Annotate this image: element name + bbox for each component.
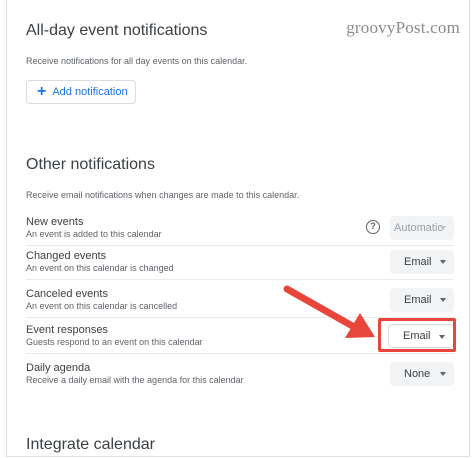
- row-description: Guests respond to an event on this calen…: [26, 337, 203, 347]
- caret-down-icon: [440, 298, 446, 302]
- integrate-section-title: Integrate calendar: [26, 436, 155, 453]
- canceled-events-select[interactable]: Email: [390, 288, 454, 312]
- add-notification-label: Add notification: [52, 86, 128, 98]
- changed-events-select[interactable]: Email: [390, 250, 454, 274]
- row-label: Changed events: [26, 250, 107, 262]
- row-label: New events: [26, 216, 84, 228]
- select-value: Email: [404, 294, 432, 306]
- select-value: Automatic: [394, 222, 443, 234]
- caret-down-icon: [440, 260, 446, 264]
- caret-down-icon: [440, 226, 446, 230]
- select-value: None: [404, 368, 431, 380]
- row-daily-agenda: Daily agenda Receive a daily email with …: [26, 358, 454, 392]
- help-circle-icon[interactable]: ?: [366, 220, 380, 234]
- row-description: Receive a daily email with the agenda fo…: [26, 375, 244, 385]
- allday-section-title: All-day event notifications: [26, 22, 208, 39]
- plus-icon: +: [37, 83, 47, 100]
- row-description: An event on this calendar is cancelled: [26, 301, 178, 311]
- row-canceled-events: Canceled events An event on this calenda…: [26, 284, 454, 318]
- add-notification-button[interactable]: + Add notification: [26, 80, 136, 104]
- row-divider: [26, 353, 454, 354]
- row-label: Event responses: [26, 324, 108, 336]
- select-value: Email: [404, 256, 432, 268]
- row-new-events: New events An event is added to this cal…: [26, 212, 454, 246]
- other-section-title: Other notifications: [26, 156, 155, 173]
- row-changed-events: Changed events An event on this calendar…: [26, 246, 454, 280]
- row-description: An event is added to this calendar: [26, 229, 162, 239]
- other-section-subtitle: Receive email notifications when changes…: [26, 190, 300, 200]
- row-divider: [26, 279, 454, 280]
- new-events-select: Automatic: [390, 216, 454, 240]
- row-label: Canceled events: [26, 288, 108, 300]
- row-description: An event on this calendar is changed: [26, 263, 174, 273]
- row-label: Daily agenda: [26, 362, 91, 374]
- watermark: groovyPost.com: [346, 18, 460, 37]
- daily-agenda-select[interactable]: None: [390, 362, 454, 386]
- caret-down-icon: [440, 372, 446, 376]
- allday-section-subtitle: Receive notifications for all day events…: [26, 56, 248, 66]
- highlight-box: [378, 318, 456, 352]
